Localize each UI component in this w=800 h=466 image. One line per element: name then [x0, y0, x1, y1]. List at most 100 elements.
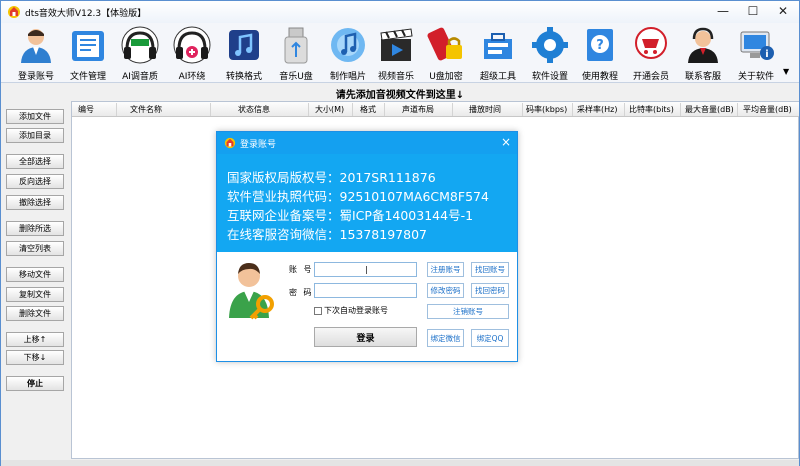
column-header[interactable]: 采样率(Hz) — [577, 104, 617, 115]
toolbar-label: 转换格式 — [225, 72, 262, 82]
password-input[interactable] — [314, 283, 417, 298]
column-header[interactable]: 平均音量(dB) — [743, 104, 792, 115]
column-divider[interactable] — [680, 103, 681, 116]
bind-wechat-button[interactable]: 绑定微信 — [427, 329, 464, 347]
column-header[interactable]: 状态信息 — [238, 104, 270, 115]
column-divider[interactable] — [624, 103, 625, 116]
column-divider[interactable] — [352, 103, 353, 116]
select-all-button[interactable]: 全部选择 — [6, 154, 64, 169]
toolbar-about[interactable]: i 关于软件 — [730, 25, 782, 83]
toolbar-convert-format[interactable]: 转换格式 — [218, 25, 270, 83]
copy-file-button[interactable]: 复制文件 — [6, 287, 64, 302]
usb-drive-icon — [284, 27, 308, 64]
password-label: 密 码 — [289, 288, 314, 297]
music-disc-icon — [331, 28, 365, 62]
title-bar: dts音效大师V12.3【体验版】 — [1, 1, 799, 23]
svg-text:i: i — [765, 49, 768, 60]
window-title: dts音效大师V12.3【体验版】 — [25, 8, 147, 19]
invert-selection-button[interactable]: 反向选择 — [6, 174, 64, 189]
column-divider[interactable] — [210, 103, 211, 116]
delete-file-button[interactable]: 删除文件 — [6, 306, 64, 321]
clear-selection-button[interactable]: 撤除选择 — [6, 195, 64, 210]
column-divider[interactable] — [572, 103, 573, 116]
dialog-title-bar: 登录账号 × — [217, 132, 517, 154]
toolbar-label: 制作唱片 — [329, 72, 366, 82]
stop-button[interactable]: 停止 — [6, 376, 64, 391]
column-divider[interactable] — [737, 103, 738, 116]
change-password-button[interactable]: 修改密码 — [427, 283, 464, 298]
status-bar — [1, 460, 799, 466]
clear-list-button[interactable]: 清空列表 — [6, 241, 64, 256]
shopping-cart-icon — [635, 27, 667, 59]
toolbar-vip[interactable]: 开通会员 — [625, 25, 677, 83]
toolbox-icon — [484, 33, 512, 59]
gear-icon — [532, 27, 568, 63]
toolbar-music-usb[interactable]: 音乐U盘 — [270, 25, 322, 83]
checkbox-box[interactable] — [314, 306, 322, 315]
column-header[interactable]: 编号 — [78, 104, 94, 115]
add-folder-button[interactable]: 添加目录 — [6, 128, 64, 143]
column-header[interactable]: 声道布局 — [402, 104, 434, 115]
column-header[interactable]: 比特率(bits) — [629, 104, 674, 115]
column-header[interactable]: 文件名称 — [130, 104, 162, 115]
toolbar-make-disc[interactable]: 制作唱片 — [322, 25, 374, 83]
toolbar-super-tools[interactable]: 超级工具 — [472, 25, 524, 83]
help-book-icon: ? — [587, 29, 613, 61]
dialog-close-button[interactable]: × — [501, 135, 511, 149]
toolbar-label: U盘加密 — [429, 72, 463, 82]
maximize-button[interactable]: ☐ — [738, 1, 768, 21]
toolbar-label: AI环绕 — [178, 72, 206, 82]
toolbar-label: 关于软件 — [737, 72, 774, 82]
toolbar-label: 音乐U盘 — [279, 72, 313, 82]
usb-lock-icon — [427, 27, 462, 61]
license-info-panel: 国家版权局版权号：2017SR111876 软件营业执照代码：92510107M… — [217, 154, 517, 252]
wechat-support-number: 在线客服咨询微信：15378197807 — [227, 227, 427, 242]
account-label: 账 号 — [289, 265, 314, 274]
column-header[interactable]: 最大音量(dB) — [685, 104, 734, 115]
toolbar-usb-encrypt[interactable]: U盘加密 — [420, 25, 472, 83]
column-divider[interactable] — [522, 103, 523, 116]
icp-record-number: 互联网企业备案号：蜀ICP备14003144号-1 — [227, 208, 474, 223]
add-file-button[interactable]: 添加文件 — [6, 109, 64, 124]
toolbar-label: 视频音乐 — [377, 72, 414, 82]
toolbar-ai-surround[interactable]: AI环绕 — [166, 25, 218, 83]
account-input[interactable]: | — [314, 262, 417, 277]
move-up-button[interactable]: 上移↑ — [6, 332, 64, 347]
minimize-button[interactable]: — — [708, 1, 738, 21]
column-header[interactable]: 码率(kbps) — [526, 104, 567, 115]
toolbar-label: 联系客服 — [684, 72, 721, 82]
find-password-button[interactable]: 找回密码 — [471, 283, 509, 298]
toolbar-label: 文件管理 — [69, 72, 106, 82]
close-button[interactable]: ✕ — [768, 1, 798, 21]
move-file-button[interactable]: 移动文件 — [6, 267, 64, 282]
user-login-icon — [21, 29, 51, 63]
column-header[interactable]: 格式 — [360, 104, 376, 115]
surround-headphones-icon — [173, 26, 211, 64]
delete-selected-button[interactable]: 删除所选 — [6, 221, 64, 236]
toolbar-login-account[interactable]: 登录账号 — [10, 25, 62, 83]
copyright-number: 国家版权局版权号：2017SR111876 — [227, 170, 436, 185]
column-divider[interactable] — [308, 103, 309, 116]
bind-qq-button[interactable]: 绑定QQ — [471, 329, 509, 347]
column-header[interactable]: 播放时间 — [469, 104, 501, 115]
toolbar-ai-tune[interactable]: AI调音质 — [114, 25, 166, 83]
cancel-account-button[interactable]: 注销账号 — [427, 304, 509, 319]
about-computer-icon: i — [740, 31, 774, 60]
move-down-button[interactable]: 下移↓ — [6, 350, 64, 365]
app-logo-icon — [224, 137, 236, 149]
auto-login-checkbox[interactable]: 下次自动登录账号 — [314, 305, 388, 316]
login-button[interactable]: 登录 — [314, 327, 417, 347]
column-divider[interactable] — [452, 103, 453, 116]
toolbar-more-arrow[interactable]: ▼ — [783, 67, 789, 76]
toolbar-video-music[interactable]: 视频音乐 — [370, 25, 422, 83]
toolbar-tutorial[interactable]: ? 使用教程 — [574, 25, 626, 83]
column-divider[interactable] — [384, 103, 385, 116]
toolbar-label: 登录账号 — [17, 72, 54, 82]
register-account-button[interactable]: 注册账号 — [427, 262, 464, 277]
toolbar-customer-service[interactable]: 联系客服 — [677, 25, 729, 83]
toolbar-file-manager[interactable]: 文件管理 — [62, 25, 114, 83]
column-divider[interactable] — [116, 103, 117, 116]
column-header[interactable]: 大小(M) — [315, 104, 344, 115]
toolbar-settings[interactable]: 软件设置 — [524, 25, 576, 83]
find-account-button[interactable]: 找回账号 — [471, 262, 509, 277]
